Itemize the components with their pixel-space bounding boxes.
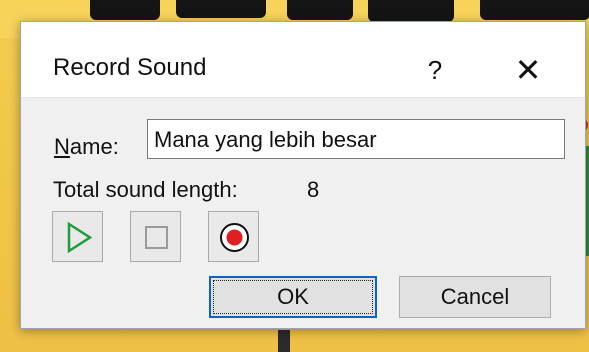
play-icon (67, 221, 93, 254)
slide-decoration-mark-2 (176, 0, 266, 18)
slide-decoration-mark-1 (90, 0, 160, 20)
help-button[interactable]: ? (417, 52, 453, 88)
cancel-button[interactable]: Cancel (399, 276, 551, 318)
stop-icon (145, 226, 168, 249)
stop-button[interactable] (130, 211, 181, 262)
play-button[interactable] (52, 211, 103, 262)
slide-decoration-mark-3 (287, 0, 353, 20)
name-label-text: ame: (69, 134, 119, 159)
record-button[interactable] (208, 211, 259, 262)
ok-button-label: OK (277, 284, 309, 309)
slide-decoration-mark-4 (368, 0, 454, 22)
name-label-access-key: N (54, 134, 70, 159)
name-input[interactable]: Mana yang lebih besar (147, 119, 565, 159)
slide-stem-shape (278, 330, 290, 352)
dialog-titlebar: Record Sound ? ✕ (21, 22, 585, 98)
dialog-title: Record Sound (53, 54, 207, 81)
total-length-value: 8 (307, 177, 320, 202)
ok-button[interactable]: OK (209, 276, 377, 318)
record-sound-dialog: Record Sound ? ✕ Name: Mana yang lebih b… (20, 21, 586, 329)
close-button[interactable]: ✕ (508, 50, 548, 90)
total-length-label: Total sound length: (53, 177, 238, 202)
name-label: Name: (54, 136, 119, 158)
record-icon (220, 223, 249, 252)
slide-decoration-mark-5 (480, 0, 589, 20)
